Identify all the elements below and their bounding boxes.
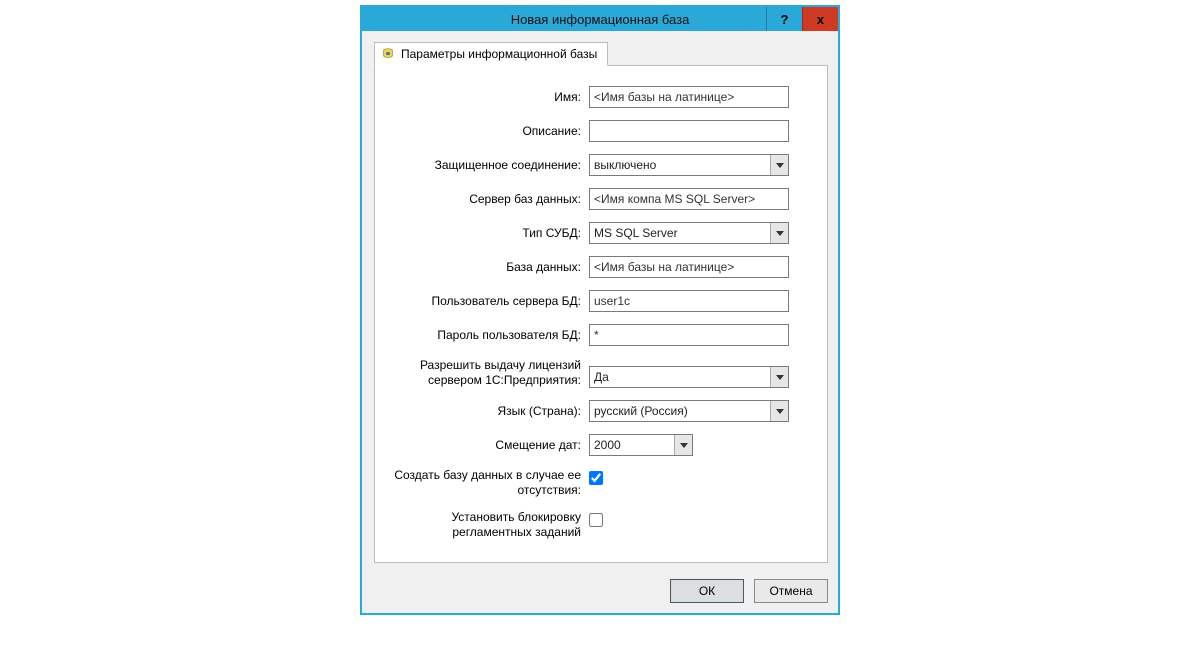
row-description: Описание: bbox=[389, 120, 809, 142]
close-button[interactable]: x bbox=[802, 7, 838, 31]
language-select[interactable]: русский (Россия) bbox=[589, 400, 789, 422]
row-name: Имя: bbox=[389, 86, 809, 108]
label-database: База данных: bbox=[389, 260, 589, 275]
secure-connection-value: выключено bbox=[590, 158, 770, 172]
label-description: Описание: bbox=[389, 124, 589, 139]
label-name: Имя: bbox=[389, 90, 589, 105]
db-server-input[interactable] bbox=[589, 188, 789, 210]
row-language: Язык (Страна): русский (Россия) bbox=[389, 400, 809, 422]
ok-button[interactable]: ОК bbox=[670, 579, 744, 603]
chevron-down-icon bbox=[770, 155, 788, 175]
database-input[interactable] bbox=[589, 256, 789, 278]
database-icon bbox=[381, 47, 395, 61]
label-create-if-missing: Создать базу данных в случае ее отсутств… bbox=[389, 468, 589, 498]
block-jobs-checkbox[interactable] bbox=[589, 513, 603, 527]
label-block-jobs: Установить блокировку регламентных задан… bbox=[389, 510, 589, 540]
dbms-type-value: MS SQL Server bbox=[590, 226, 770, 240]
label-db-server: Сервер баз данных: bbox=[389, 192, 589, 207]
row-db-password: Пароль пользователя БД: bbox=[389, 324, 809, 346]
language-value: русский (Россия) bbox=[590, 404, 770, 418]
label-date-offset: Смещение дат: bbox=[389, 438, 589, 453]
db-password-input[interactable] bbox=[589, 324, 789, 346]
row-create-if-missing: Создать базу данных в случае ее отсутств… bbox=[389, 468, 809, 498]
chevron-down-icon bbox=[770, 223, 788, 243]
allow-licenses-value: Да bbox=[590, 370, 770, 384]
tab-strip: Параметры информационной базы bbox=[362, 31, 838, 65]
chevron-down-icon bbox=[770, 367, 788, 387]
label-db-password: Пароль пользователя БД: bbox=[389, 328, 589, 343]
dbms-type-select[interactable]: MS SQL Server bbox=[589, 222, 789, 244]
titlebar-button-group: ? x bbox=[766, 7, 838, 31]
dialog-window: Новая информационная база ? x Параметры … bbox=[360, 5, 840, 615]
name-input[interactable] bbox=[589, 86, 789, 108]
allow-licenses-select[interactable]: Да bbox=[589, 366, 789, 388]
titlebar: Новая информационная база ? x bbox=[362, 7, 838, 31]
secure-connection-select[interactable]: выключено bbox=[589, 154, 789, 176]
row-db-user: Пользователь сервера БД: bbox=[389, 290, 809, 312]
row-secure-connection: Защищенное соединение: выключено bbox=[389, 154, 809, 176]
row-database: База данных: bbox=[389, 256, 809, 278]
date-offset-value: 2000 bbox=[590, 438, 674, 452]
tab-content: Имя: Описание: Защищенное соединение: вы… bbox=[374, 65, 828, 563]
row-allow-licenses: Разрешить выдачу лицензий сервером 1С:Пр… bbox=[389, 358, 809, 388]
chevron-down-icon bbox=[674, 435, 692, 455]
row-block-jobs: Установить блокировку регламентных задан… bbox=[389, 510, 809, 540]
row-dbms-type: Тип СУБД: MS SQL Server bbox=[389, 222, 809, 244]
label-db-user: Пользователь сервера БД: bbox=[389, 294, 589, 309]
help-button[interactable]: ? bbox=[766, 7, 802, 31]
row-db-server: Сервер баз данных: bbox=[389, 188, 809, 210]
create-if-missing-checkbox[interactable] bbox=[589, 471, 603, 485]
date-offset-select[interactable]: 2000 bbox=[589, 434, 693, 456]
db-user-input[interactable] bbox=[589, 290, 789, 312]
chevron-down-icon bbox=[770, 401, 788, 421]
label-language: Язык (Страна): bbox=[389, 404, 589, 419]
label-dbms-type: Тип СУБД: bbox=[389, 226, 589, 241]
label-secure-connection: Защищенное соединение: bbox=[389, 158, 589, 173]
row-date-offset: Смещение дат: 2000 bbox=[389, 434, 809, 456]
description-input[interactable] bbox=[589, 120, 789, 142]
label-allow-licenses: Разрешить выдачу лицензий сервером 1С:Пр… bbox=[389, 358, 589, 388]
dialog-footer: ОК Отмена bbox=[362, 571, 838, 613]
tab-infobase-params[interactable]: Параметры информационной базы bbox=[374, 42, 608, 66]
tab-label: Параметры информационной базы bbox=[401, 47, 597, 61]
cancel-button[interactable]: Отмена bbox=[754, 579, 828, 603]
